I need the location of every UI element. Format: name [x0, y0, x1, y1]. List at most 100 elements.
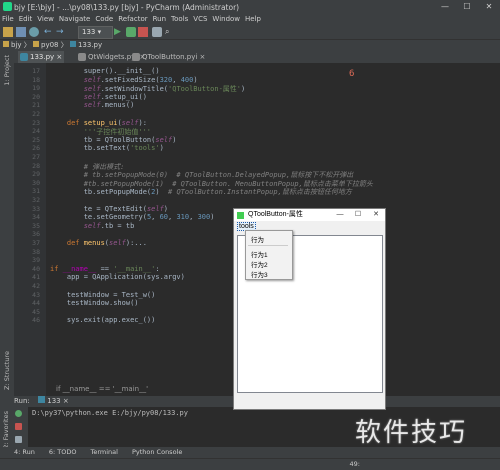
- menu-item-action3[interactable]: 行为3: [251, 269, 268, 279]
- tab-run[interactable]: 4: Run: [14, 447, 35, 458]
- tab-label: QToolButton.pyi: [142, 53, 198, 61]
- code-line: tb.setText('tools'): [83, 144, 164, 153]
- tab-qtwidgets-pyi[interactable]: QtWidgets.pyi ×: [76, 51, 145, 63]
- qt-title-bar: QToolButton-属性 — ☐ ✕: [234, 209, 385, 221]
- back-arrow-icon[interactable]: ←: [44, 27, 54, 37]
- line-number: 43: [32, 290, 40, 299]
- line-number: 35: [32, 221, 40, 230]
- annotation-number: 6: [349, 69, 355, 79]
- tab-python-console[interactable]: Python Console: [132, 447, 182, 458]
- menu-separator: [248, 245, 288, 246]
- line-number: 42: [32, 282, 40, 290]
- run-tab-label[interactable]: 133: [47, 397, 60, 405]
- tab-qtoolbutton-pyi[interactable]: QToolButton.pyi ×: [130, 51, 205, 63]
- menu-item-action1[interactable]: 行为1: [251, 249, 268, 259]
- code-line: app = QApplication(sys.argv): [66, 273, 185, 282]
- run-command-line: D:\py37\python.exe E:/bjy/py08/133.py: [32, 409, 188, 417]
- search-icon[interactable]: ⌕: [165, 27, 175, 37]
- menu-edit[interactable]: Edit: [19, 14, 33, 25]
- tab-terminal[interactable]: Terminal: [90, 447, 117, 458]
- qt-minimize-button[interactable]: —: [331, 209, 349, 221]
- line-number: 36: [32, 230, 40, 239]
- line-number-gutter: 17 18 19 20 21 22 23 24 25 26 27 28 29 30 31 32 33 34 35 36…: [14, 63, 46, 396]
- crumb-project[interactable]: bjy: [11, 41, 22, 49]
- line-number: 33: [32, 204, 40, 213]
- line-number: 19: [32, 84, 40, 93]
- stop-icon[interactable]: [138, 27, 148, 37]
- code-line: tb = QToolButton(self): [83, 135, 177, 144]
- code-line: te = QTextEdit(self): [83, 204, 169, 213]
- run-panel-title: Run:: [14, 397, 30, 405]
- line-number: 32: [32, 196, 40, 204]
- close-button[interactable]: ✕: [478, 0, 500, 14]
- menu-window[interactable]: Window: [212, 14, 240, 25]
- line-number: 37: [32, 239, 40, 247]
- rerun-icon[interactable]: [15, 410, 22, 417]
- line-number: 24: [32, 127, 40, 136]
- menu-code[interactable]: Code: [95, 14, 113, 25]
- title-bar: bjy [E:\bjy] - ...\py08\133.py [bjy] - P…: [0, 0, 500, 14]
- menu-vcs[interactable]: VCS: [193, 14, 207, 25]
- line-number: 20: [32, 92, 40, 101]
- line-number: 29: [32, 170, 40, 179]
- menu-item-action[interactable]: 行为: [251, 234, 264, 244]
- crumb-file[interactable]: 133.py: [78, 41, 102, 49]
- python-file-icon: [20, 53, 28, 61]
- line-number: 46: [32, 316, 40, 325]
- code-line: sys.exit(app.exec_()): [66, 316, 156, 325]
- forward-arrow-icon[interactable]: →: [56, 27, 66, 37]
- tool-button-menu: 行为 行为1 行为2 行为3: [245, 230, 293, 280]
- code-line: if __name__ == '__main__':: [50, 264, 160, 273]
- debug-icon[interactable]: [126, 27, 136, 37]
- open-folder-icon[interactable]: [3, 27, 13, 37]
- window-title: bjy [E:\bjy] - ...\py08\133.py [bjy] - P…: [14, 3, 240, 12]
- crumb-folder[interactable]: py08: [41, 41, 59, 49]
- wrench-icon[interactable]: [152, 27, 162, 37]
- line-number: 38: [32, 247, 40, 256]
- watermark-text: 软件技巧: [355, 418, 468, 448]
- pycharm-logo-icon: [3, 2, 12, 11]
- sync-icon[interactable]: [29, 27, 39, 37]
- stop-icon[interactable]: [15, 423, 22, 430]
- run-configuration-select[interactable]: 133 ▾: [78, 26, 113, 39]
- menu-tools[interactable]: Tools: [171, 14, 188, 25]
- menu-view[interactable]: View: [37, 14, 54, 25]
- project-tool-tab[interactable]: 1: Project: [3, 55, 11, 86]
- python-file-icon: [38, 396, 46, 403]
- qt-maximize-button[interactable]: ☐: [349, 209, 367, 221]
- menu-item-action2[interactable]: 行为2: [251, 259, 268, 269]
- menu-navigate[interactable]: Navigate: [59, 14, 90, 25]
- minimize-button[interactable]: —: [434, 0, 456, 14]
- line-number: 22: [32, 110, 40, 118]
- line-number: 25: [32, 135, 40, 144]
- breadcrumb: bjy 〉 py08 〉 133.py: [0, 40, 500, 51]
- maximize-button[interactable]: ☐: [456, 0, 478, 14]
- qt-close-button[interactable]: ✕: [367, 209, 385, 221]
- run-config-label: 133: [82, 28, 96, 36]
- menu-refactor[interactable]: Refactor: [118, 14, 147, 25]
- favorites-tool-tab[interactable]: 2: Favorites: [2, 411, 10, 449]
- line-number: 40: [32, 264, 40, 273]
- menu-bar: File Edit View Navigate Code Refactor Ru…: [0, 14, 500, 25]
- menu-help[interactable]: Help: [245, 14, 261, 25]
- folder-icon: [33, 41, 39, 47]
- pin-icon[interactable]: [15, 436, 22, 443]
- status-bar: 49:: [0, 458, 500, 470]
- run-icon[interactable]: ▶: [114, 27, 124, 37]
- code-line: self.setup_ui(): [83, 92, 147, 101]
- caret-position[interactable]: 49:: [350, 459, 360, 470]
- line-number: 28: [32, 161, 40, 170]
- line-number: 21: [32, 101, 40, 110]
- line-number: 39: [32, 256, 40, 265]
- code-line: testWindow = Test_w(): [66, 290, 156, 299]
- structure-tool-tab[interactable]: Z: Structure: [3, 351, 11, 390]
- code-line: self.tb = tb: [83, 221, 135, 230]
- line-number: 30: [32, 178, 40, 187]
- tab-todo[interactable]: 6: TODO: [49, 447, 77, 458]
- menu-run[interactable]: Run: [153, 14, 166, 25]
- qt-window-title: QToolButton-属性: [248, 211, 303, 218]
- menu-file[interactable]: File: [2, 14, 14, 25]
- line-number: 17: [32, 67, 40, 75]
- line-number: 23: [32, 118, 40, 127]
- save-icon[interactable]: [16, 27, 26, 37]
